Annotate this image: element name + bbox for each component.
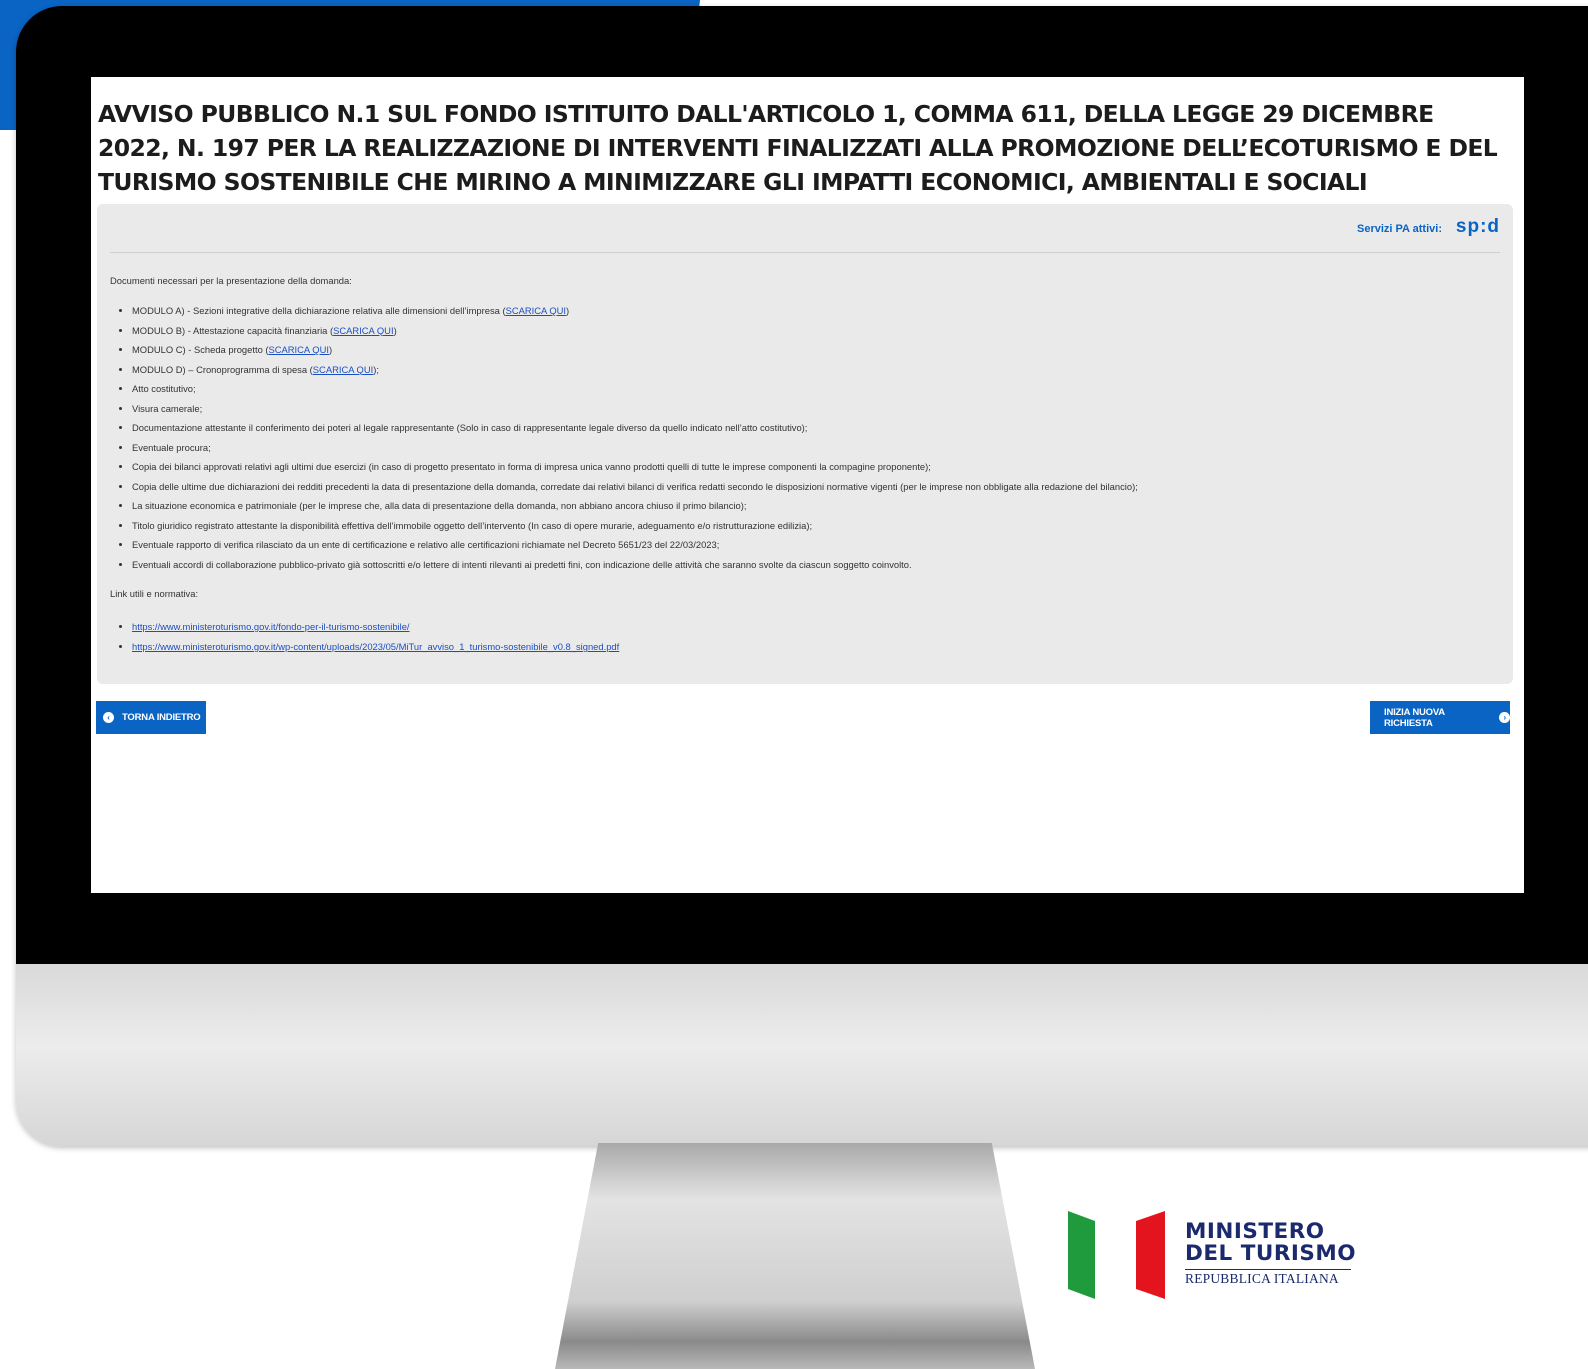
list-item: Titolo giuridico registrato attestante l… — [132, 516, 1500, 536]
list-item: Eventuale rapporto di verifica rilasciat… — [132, 535, 1500, 555]
links-list: https://www.ministeroturismo.gov.it/fond… — [110, 617, 1500, 657]
list-item: MODULO B) - Attestazione capacità finanz… — [132, 321, 1500, 341]
list-item: Atto costitutivo; — [132, 379, 1500, 399]
list-item: MODULO D) – Cronoprogramma di spesa (SCA… — [132, 360, 1500, 380]
list-item: La situazione economica e patrimoniale (… — [132, 496, 1500, 516]
chevron-right-icon: › — [1499, 712, 1510, 723]
logo-line2: DEL TURISMO — [1185, 1241, 1357, 1266]
download-link-modulo-a[interactable]: SCARICA QUI — [506, 305, 566, 316]
screen: AVVISO PUBBLICO N.1 SUL FONDO ISTITUITO … — [91, 77, 1524, 893]
list-item: https://www.ministeroturismo.gov.it/fond… — [132, 617, 1500, 637]
list-item: Copia dei bilanci approvati relativi agl… — [132, 457, 1500, 477]
download-link-modulo-c[interactable]: SCARICA QUI — [269, 344, 329, 355]
link-avviso-pdf[interactable]: https://www.ministeroturismo.gov.it/wp-c… — [132, 641, 619, 652]
info-panel: Servizi PA attivi: sp:d Documenti necess… — [97, 204, 1513, 684]
spid-logo: sp:d — [1455, 216, 1500, 237]
list-item: https://www.ministeroturismo.gov.it/wp-c… — [132, 637, 1500, 657]
chevron-left-icon: ‹ — [103, 712, 114, 723]
flag-red-icon — [1136, 1211, 1165, 1299]
list-item: Eventuali accordi di collaborazione pubb… — [132, 555, 1500, 575]
links-intro: Link utili e normativa: — [110, 588, 199, 599]
monitor-stand — [555, 1143, 1035, 1369]
logo-divider — [1185, 1269, 1351, 1270]
panel-header: Servizi PA attivi: sp:d — [110, 204, 1500, 253]
list-item: MODULO C) - Scheda progetto (SCARICA QUI… — [132, 340, 1500, 360]
page-title: AVVISO PUBBLICO N.1 SUL FONDO ISTITUITO … — [98, 100, 1498, 196]
documents-list: MODULO A) - Sezioni integrative della di… — [110, 301, 1500, 574]
services-label: Servizi PA attivi: — [1357, 223, 1442, 235]
link-fondo-turismo-sostenibile[interactable]: https://www.ministeroturismo.gov.it/fond… — [132, 621, 410, 632]
new-request-button-label: INIZIA NUOVA RICHIESTA — [1384, 706, 1445, 729]
list-item: MODULO A) - Sezioni integrative della di… — [132, 301, 1500, 321]
list-item: Visura camerale; — [132, 399, 1500, 419]
list-item: Eventuale procura; — [132, 438, 1500, 458]
list-item: Documentazione attestante il conferiment… — [132, 418, 1500, 438]
flag-green-icon — [1068, 1211, 1095, 1299]
new-request-button[interactable]: INIZIA NUOVA RICHIESTA › — [1370, 701, 1510, 734]
download-link-modulo-b[interactable]: SCARICA QUI — [333, 325, 393, 336]
logo-line3: REPUBBLICA ITALIANA — [1185, 1271, 1339, 1286]
back-button[interactable]: ‹ TORNA INDIETRO — [96, 701, 206, 734]
ministero-logo: MINISTERO DEL TURISMO REPUBBLICA ITALIAN… — [1068, 1208, 1368, 1303]
back-button-label: TORNA INDIETRO — [122, 712, 201, 723]
documents-intro: Documenti necessari per la presentazione… — [110, 275, 352, 286]
download-link-modulo-d[interactable]: SCARICA QUI — [313, 364, 373, 375]
panel-body: Documenti necessari per la presentazione… — [110, 274, 1500, 657]
list-item: Copia delle ultime due dichiarazioni dei… — [132, 477, 1500, 497]
